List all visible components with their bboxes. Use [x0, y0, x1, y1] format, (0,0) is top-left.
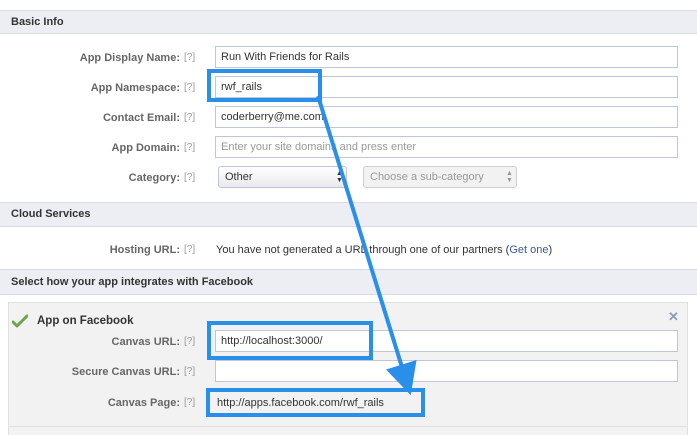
subcategory-select[interactable]: Choose a sub-category ▲ ▼ — [363, 166, 517, 188]
hosting-url-message-end: ) — [548, 244, 553, 256]
app-display-name-input[interactable]: Run With Friends for Rails — [215, 46, 678, 68]
panel-bottom-edge — [8, 426, 688, 427]
help-icon[interactable]: [?] — [184, 142, 195, 153]
app-namespace-input[interactable]: rwf_rails — [215, 76, 678, 98]
check-icon — [12, 314, 28, 328]
hosting-url-label: Hosting URL: — [109, 244, 180, 256]
help-icon[interactable]: [?] — [184, 172, 195, 183]
hosting-url-message: You have not generated a URL through one… — [216, 244, 510, 256]
app-namespace-label: App Namespace: — [90, 82, 180, 94]
canvas-url-input[interactable]: http://localhost:3000/ — [215, 330, 678, 352]
section-header-integration: Select how your app integrates with Face… — [0, 269, 697, 295]
app-domain-input[interactable]: Enter your site domains and press enter — [215, 136, 678, 158]
category-label: Category: — [128, 172, 180, 184]
app-domain-label: App Domain: — [111, 142, 180, 154]
help-icon[interactable]: [?] — [184, 397, 195, 408]
canvas-page-label: Canvas Page: — [107, 397, 180, 409]
app-display-name-label: App Display Name: — [79, 52, 180, 64]
app-on-facebook-title: App on Facebook — [37, 315, 134, 327]
section-header-basic-info: Basic Info — [0, 10, 697, 34]
contact-email-label: Contact Email: — [102, 112, 180, 124]
get-one-link[interactable]: Get one — [509, 244, 548, 256]
close-icon[interactable]: ✕ — [668, 309, 679, 325]
contact-email-input[interactable]: coderberry@me.com — [215, 106, 678, 128]
hosting-url-text: You have not generated a URL through one… — [216, 244, 552, 256]
category-select-value: Other — [225, 171, 253, 183]
help-icon[interactable]: [?] — [184, 336, 195, 347]
section-header-cloud-services: Cloud Services — [0, 202, 697, 227]
help-icon[interactable]: [?] — [184, 112, 195, 123]
select-arrows-icon: ▲ ▼ — [506, 170, 513, 184]
canvas-url-label: Canvas URL: — [111, 336, 180, 348]
canvas-page-value: http://apps.facebook.com/rwf_rails — [217, 397, 384, 409]
subcategory-select-value: Choose a sub-category — [370, 171, 484, 183]
help-icon[interactable]: [?] — [184, 366, 195, 377]
secure-canvas-url-label: Secure Canvas URL: — [71, 366, 180, 378]
secure-canvas-url-input[interactable] — [215, 360, 678, 382]
category-select[interactable]: Other ▲ ▼ — [218, 166, 347, 188]
select-arrows-icon: ▲ ▼ — [336, 170, 343, 184]
help-icon[interactable]: [?] — [184, 52, 195, 63]
help-icon[interactable]: [?] — [184, 244, 195, 255]
help-icon[interactable]: [?] — [184, 82, 195, 93]
